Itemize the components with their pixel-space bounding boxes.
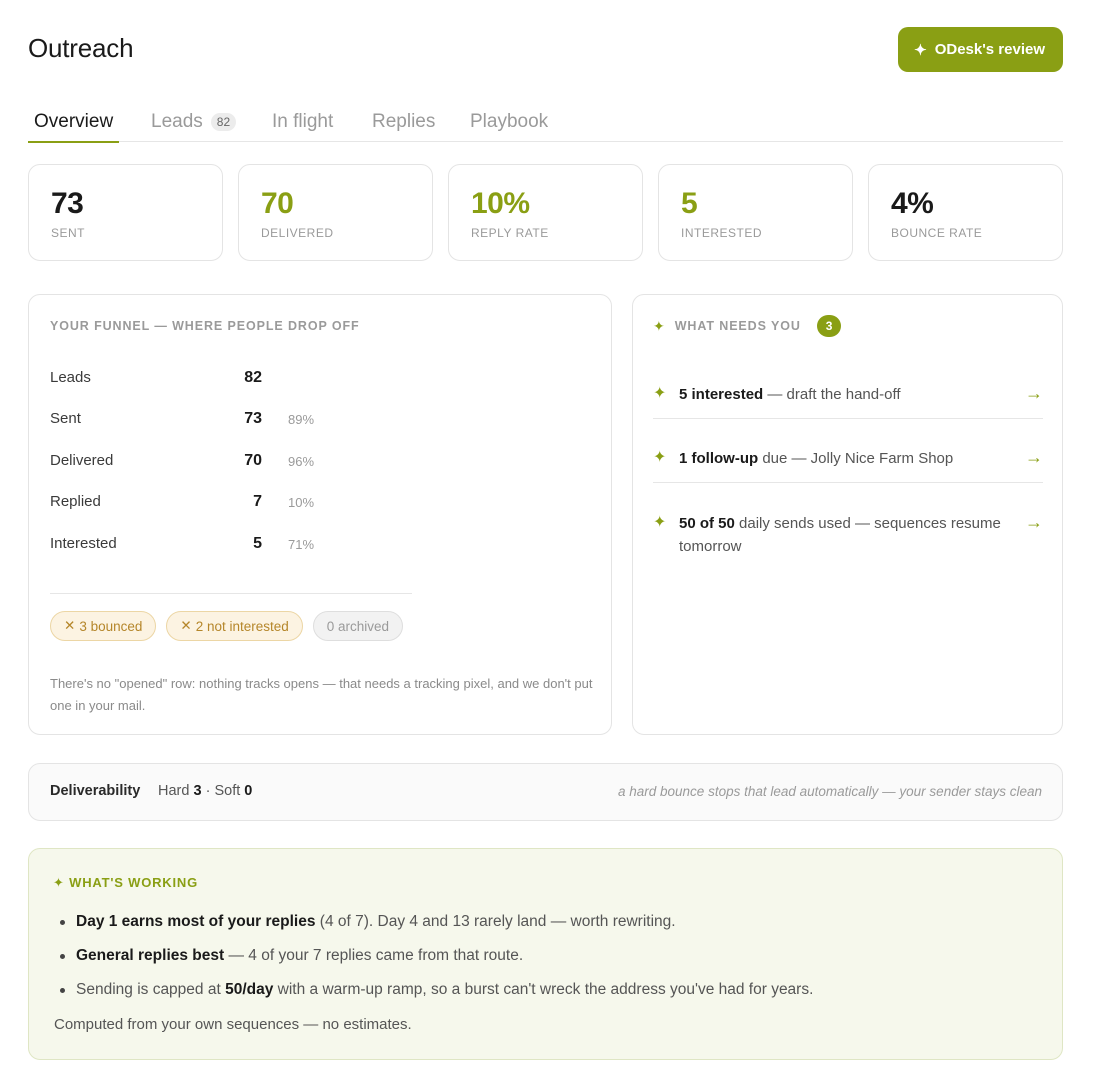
review-button-label: ODesk's review (934, 41, 1045, 58)
stat-label: SENT (51, 226, 86, 240)
x-icon: ✕ (64, 618, 76, 633)
arrow-right-icon[interactable]: → (1025, 447, 1043, 468)
whats-working-footer: Computed from your own sequences — no es… (54, 1016, 412, 1033)
stat-card-reply-rate: 10% REPLY RATE (448, 164, 643, 261)
funnel-value: 70 (244, 452, 262, 469)
funnel-note: There's no "opened" row: nothing tracks … (50, 676, 593, 713)
whats-working-list: Day 1 earns most of your replies (4 of 7… (59, 910, 813, 1012)
list-item: Sending is capped at 50/day with a warm-… (59, 978, 813, 1012)
stat-card-delivered: 70 DELIVERED (238, 164, 433, 261)
funnel-percent: 10% (288, 495, 315, 510)
hard-bounce-count: 3 (193, 783, 202, 799)
funnel-row-interested: Interested 5 71% (50, 535, 410, 559)
funnel-card: YOUR FUNNEL — WHERE PEOPLE DROP OFF Lead… (28, 294, 612, 735)
chip-label: 3 bounced (79, 618, 143, 634)
funnel-label: Delivered (50, 452, 114, 469)
whats-working-title: ✦ WHAT'S WORKING (53, 875, 198, 890)
needs-item-text: 50 of 50 daily sends used — sequences re… (679, 515, 1001, 555)
funnel-row-delivered: Delivered 70 96% (50, 452, 410, 476)
odesk-review-button[interactable]: ✦ ODesk's review (898, 27, 1063, 72)
stats-row: 73 SENT 70 DELIVERED 10% REPLY RATE 5 IN… (28, 164, 1063, 261)
needs-header: ✦ WHAT NEEDS YOU 3 (653, 315, 842, 337)
page-title: Outreach (28, 33, 134, 63)
whats-working-panel: ✦ WHAT'S WORKING Day 1 earns most of you… (28, 848, 1063, 1060)
tab-label: In flight (272, 111, 334, 132)
stat-label: REPLY RATE (471, 226, 549, 240)
sparkle-icon: ✦ (653, 385, 667, 402)
funnel-row-leads: Leads 82 (50, 369, 410, 393)
funnel-label: Replied (50, 493, 101, 510)
funnel-label: Leads (50, 369, 91, 386)
stat-card-bounce-rate: 4% BOUNCE RATE (868, 164, 1063, 261)
stat-value: 5 (681, 187, 698, 220)
stat-label: DELIVERED (261, 226, 334, 240)
funnel-row-replied: Replied 7 10% (50, 493, 410, 517)
sparkle-icon: ✦ (653, 317, 665, 334)
soft-bounce-count: 0 (244, 783, 253, 799)
stat-card-interested: 5 INTERESTED (658, 164, 853, 261)
funnel-value: 82 (244, 369, 262, 386)
bounced-chip[interactable]: ✕ 3 bounced (50, 611, 157, 641)
stat-value: 10% (471, 187, 530, 220)
list-item: Day 1 earns most of your replies (4 of 7… (59, 910, 813, 944)
tab-label: Playbook (470, 111, 549, 132)
funnel-label: Sent (50, 410, 81, 427)
stat-card-sent: 73 SENT (28, 164, 223, 261)
funnel-row-sent: Sent 73 89% (50, 410, 410, 434)
tab-label: Overview (34, 111, 114, 132)
funnel-chips: ✕ 3 bounced ✕ 2 not interested 0 archive… (50, 611, 404, 641)
sparkle-icon: ✦ (653, 449, 667, 466)
deliverability-bar: Deliverability Hard 3 · Soft 0 a hard bo… (28, 763, 1063, 821)
not-interested-chip[interactable]: ✕ 2 not interested (166, 611, 303, 641)
funnel-label: Interested (50, 535, 117, 552)
sparkle-icon: ✦ (914, 41, 927, 59)
funnel-divider (50, 593, 412, 594)
tab-replies[interactable]: Replies (372, 102, 435, 142)
funnel-value: 7 (253, 493, 262, 510)
needs-item-text: 1 follow-up due — Jolly Nice Farm Shop (679, 450, 954, 467)
x-icon: ✕ (180, 618, 192, 633)
needs-card: ✦ WHAT NEEDS YOU 3 ✦ 5 interested — draf… (632, 294, 1063, 735)
deliverability-stats: Hard 3 · Soft 0 (158, 783, 253, 799)
arrow-right-icon[interactable]: → (1025, 512, 1043, 533)
needs-item-text: 5 interested — draft the hand-off (679, 386, 901, 403)
needs-divider (653, 418, 1043, 419)
funnel-value: 73 (244, 410, 262, 427)
stat-value: 70 (261, 187, 294, 220)
sparkle-icon: ✦ (653, 514, 667, 531)
funnel-value: 5 (253, 535, 262, 552)
deliverability-title: Deliverability (50, 783, 141, 799)
funnel-percent: 71% (288, 537, 315, 552)
list-item: General replies best — 4 of your 7 repli… (59, 944, 813, 978)
needs-title: WHAT NEEDS YOU (674, 319, 801, 333)
tab-in-flight[interactable]: In flight (272, 102, 333, 142)
funnel-percent: 96% (288, 454, 315, 469)
stat-label: INTERESTED (681, 226, 763, 240)
tab-label: Replies (372, 111, 436, 132)
chip-label: 0 archived (326, 618, 390, 634)
tab-overview[interactable]: Overview (27, 102, 120, 143)
leads-count-badge: 82 (210, 113, 237, 131)
tab-bar: Overview Leads 82 In flight Replies Play… (27, 92, 1063, 143)
deliverability-note: a hard bounce stops that lead automatica… (618, 784, 1042, 799)
needs-divider (653, 482, 1043, 483)
stat-value: 73 (51, 187, 84, 220)
stat-label: BOUNCE RATE (891, 226, 983, 240)
sparkle-icon: ✦ (53, 875, 65, 890)
funnel-title: YOUR FUNNEL — WHERE PEOPLE DROP OFF (50, 319, 360, 333)
tab-playbook[interactable]: Playbook (470, 102, 548, 142)
page-header: Outreach ✦ ODesk's review (28, 27, 1063, 72)
archived-chip[interactable]: 0 archived (312, 611, 404, 641)
needs-count-badge: 3 (816, 315, 842, 337)
funnel-percent: 89% (288, 412, 315, 427)
chip-label: 2 not interested (195, 618, 289, 634)
tab-label: Leads (151, 111, 203, 132)
arrow-right-icon[interactable]: → (1025, 383, 1043, 404)
tab-leads[interactable]: Leads 82 (151, 102, 237, 142)
stat-value: 4% (891, 187, 934, 220)
